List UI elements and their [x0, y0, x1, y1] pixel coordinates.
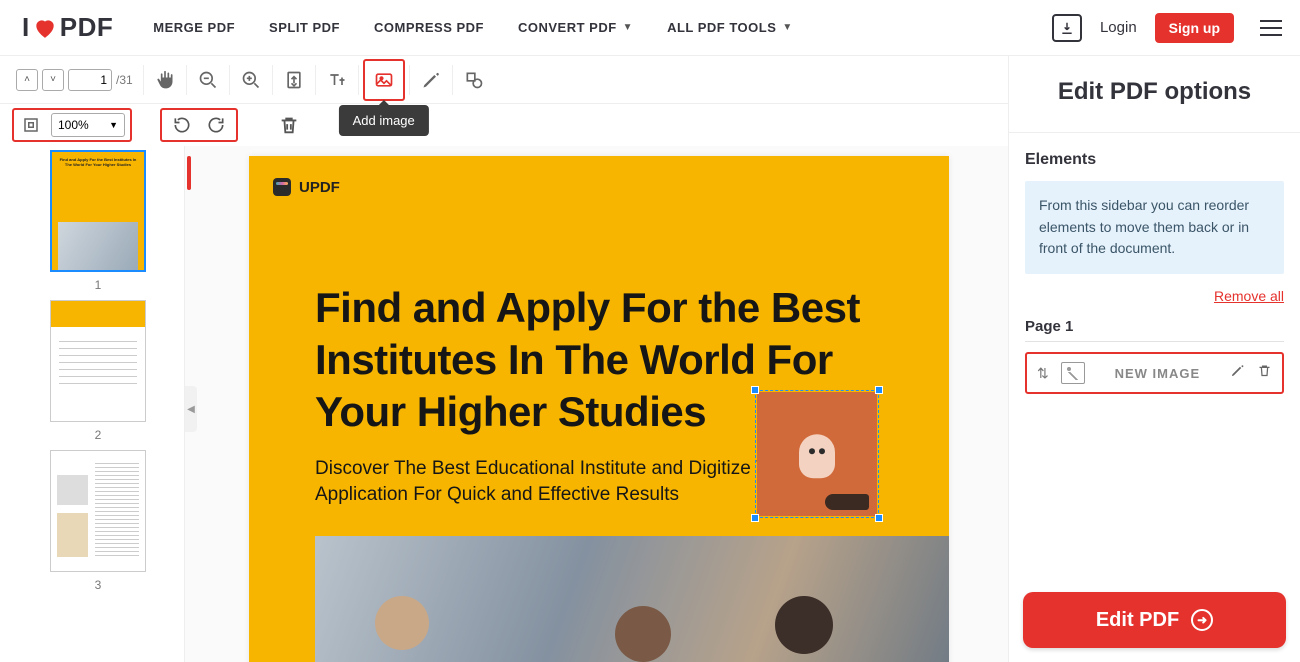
edit-element-icon[interactable] [1230, 363, 1245, 383]
nav-split[interactable]: SPLIT PDF [269, 20, 340, 35]
thumbnail-label: 3 [32, 578, 164, 592]
resize-handle[interactable] [751, 386, 759, 394]
page-navigator: ˄ ˅ /31 [10, 56, 139, 103]
thumbnail-2[interactable]: 2 [32, 300, 164, 442]
resize-handle[interactable] [875, 514, 883, 522]
top-right: Login Sign up [1052, 13, 1282, 43]
edit-pdf-button[interactable]: Edit PDF ➜ [1023, 592, 1286, 648]
brand-suffix: PDF [60, 12, 114, 43]
thumbnail-3[interactable]: 3 [32, 450, 164, 592]
page-down-button[interactable]: ˅ [42, 69, 64, 91]
page-up-button[interactable]: ˄ [16, 69, 38, 91]
arrow-right-icon: ➜ [1191, 609, 1213, 631]
download-icon[interactable] [1052, 14, 1082, 42]
chevron-down-icon: ▼ [623, 22, 633, 33]
divider [1025, 341, 1284, 342]
fit-icon[interactable] [19, 113, 43, 137]
top-nav: I PDF MERGE PDF SPLIT PDF COMPRESS PDF C… [0, 0, 1300, 56]
image-tool-wrap: Add image [363, 59, 405, 101]
doc-subtitle: Discover The Best Educational Institute … [315, 456, 815, 507]
doc-logo: UPDF [273, 178, 340, 196]
zoom-select[interactable]: 100%▼ [51, 113, 125, 137]
selected-image[interactable] [751, 386, 883, 522]
chevron-down-icon: ▼ [782, 22, 792, 33]
nav-all[interactable]: ALL PDF TOOLS▼ [667, 20, 793, 35]
thumbnail-1[interactable]: Find and Apply For the Best Institutes I… [32, 150, 164, 292]
nav-compress[interactable]: COMPRESS PDF [374, 20, 484, 35]
delete-icon[interactable] [278, 114, 300, 136]
thumbnail-label: 2 [32, 428, 164, 442]
shapes-tool-button[interactable] [457, 63, 491, 97]
heart-icon [32, 15, 58, 41]
zoom-out-button[interactable] [191, 63, 225, 97]
doc-hero-photo [315, 536, 949, 662]
thumbnails-panel[interactable]: Find and Apply For the Best Institutes I… [0, 146, 184, 662]
add-image-button[interactable] [367, 63, 401, 97]
nav-convert[interactable]: CONVERT PDF▼ [518, 20, 633, 35]
right-panel: Edit PDF options Elements From this side… [1008, 56, 1300, 662]
panel-title: Edit PDF options [1009, 56, 1300, 133]
remove-all-link[interactable]: Remove all [1025, 288, 1284, 304]
nav-items: MERGE PDF SPLIT PDF COMPRESS PDF CONVERT… [153, 20, 793, 35]
nav-merge[interactable]: MERGE PDF [153, 20, 235, 35]
page-total: /31 [116, 73, 133, 87]
rotate-group [160, 108, 238, 142]
resize-handle[interactable] [751, 514, 759, 522]
pdf-page: UPDF Find and Apply For the Best Institu… [249, 156, 949, 662]
zoom-group: 100%▼ [12, 108, 132, 142]
collapse-sidebar-button[interactable]: ◀ [185, 386, 197, 432]
image-icon [1061, 362, 1085, 384]
zoom-in-button[interactable] [234, 63, 268, 97]
thumbnail-label: 1 [32, 278, 164, 292]
page-input[interactable] [68, 69, 112, 91]
brand-prefix: I [22, 12, 30, 43]
delete-element-icon[interactable] [1257, 363, 1272, 383]
element-row[interactable]: ⇅ NEW IMAGE [1025, 352, 1284, 394]
rotate-right-icon[interactable] [206, 115, 226, 135]
rotate-left-icon[interactable] [172, 115, 192, 135]
elements-heading: Elements [1025, 151, 1284, 169]
menu-icon[interactable] [1260, 20, 1282, 36]
fit-page-button[interactable] [277, 63, 311, 97]
drag-handle-icon[interactable]: ⇅ [1037, 365, 1049, 382]
add-image-tooltip: Add image [339, 105, 429, 136]
login-link[interactable]: Login [1100, 19, 1137, 36]
signup-button[interactable]: Sign up [1155, 13, 1234, 43]
element-label: NEW IMAGE [1097, 366, 1218, 381]
chevron-down-icon: ▼ [109, 120, 118, 130]
page-label: Page 1 [1025, 318, 1284, 335]
scroll-indicator [187, 156, 191, 190]
text-tool-button[interactable] [320, 63, 354, 97]
draw-tool-button[interactable] [414, 63, 448, 97]
info-box: From this sidebar you can reorder elemen… [1025, 181, 1284, 274]
brand-logo[interactable]: I PDF [22, 12, 113, 43]
resize-handle[interactable] [875, 386, 883, 394]
pan-tool-button[interactable] [148, 63, 182, 97]
